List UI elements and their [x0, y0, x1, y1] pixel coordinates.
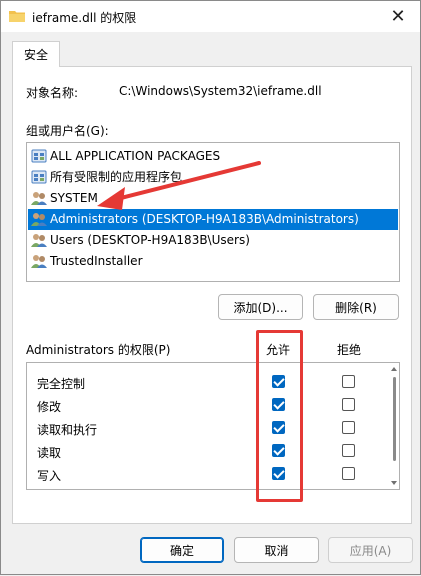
user-list[interactable]: ALL APPLICATION PACKAGES 所有受限制的应用程序包 SYSTE…: [26, 142, 400, 282]
allow-checkbox[interactable]: [272, 467, 285, 480]
cancel-button[interactable]: 取消: [234, 537, 319, 563]
allow-column-header: 允许: [266, 343, 291, 357]
user-list-item[interactable]: Administrators (DESKTOP-H9A183B\Administ…: [28, 209, 398, 230]
user-list-item[interactable]: ALL APPLICATION PACKAGES: [28, 146, 398, 167]
deny-checkbox[interactable]: [342, 398, 355, 411]
scrollbar-thumb[interactable]: [393, 377, 396, 461]
user-list-item[interactable]: SYSTEM: [28, 188, 398, 209]
remove-button[interactable]: 删除(R): [313, 294, 399, 320]
user-list-item[interactable]: 所有受限制的应用程序包: [28, 167, 398, 188]
tab-security[interactable]: 安全: [12, 41, 60, 67]
add-button[interactable]: 添加(D)...: [218, 294, 303, 320]
permission-name: 完全控制: [37, 377, 86, 391]
group-user-label: 组或用户名(G):: [26, 124, 109, 138]
permission-row: 完全控制: [27, 371, 382, 394]
window-title: ieframe.dll 的权限: [32, 11, 137, 25]
allow-checkbox[interactable]: [272, 421, 285, 434]
permission-row: 修改: [27, 394, 382, 417]
security-panel: 对象名称: C:\Windows\System32\ieframe.dll 组或…: [12, 66, 412, 524]
user-name: ALL APPLICATION PACKAGES: [50, 149, 221, 163]
users-icon: [31, 255, 47, 268]
user-name: SYSTEM: [50, 191, 98, 205]
permission-name: 读取: [37, 446, 62, 460]
ok-button[interactable]: 确定: [140, 537, 224, 563]
allow-checkbox[interactable]: [272, 375, 285, 388]
folder-icon: [9, 11, 25, 22]
user-name: Administrators (DESKTOP-H9A183B\Administ…: [50, 212, 359, 226]
deny-column-header: 拒绝: [337, 343, 362, 357]
user-list-item[interactable]: TrustedInstaller: [28, 251, 398, 272]
permissions-header: Administrators 的权限(P): [26, 343, 171, 357]
tab-strip: 安全: [12, 41, 412, 67]
permission-name: 写入: [37, 469, 62, 483]
permission-name: 修改: [37, 400, 62, 414]
close-icon: ✕: [390, 6, 406, 27]
scroll-up-icon[interactable]: [390, 365, 398, 373]
permission-row: 特殊权限: [27, 486, 382, 489]
object-name-label: 对象名称:: [26, 86, 79, 100]
allow-checkbox[interactable]: [272, 398, 285, 411]
title-bar: ieframe.dll 的权限 ✕: [1, 1, 420, 32]
user-name: Users (DESKTOP-H9A183B\Users): [50, 233, 250, 247]
users-icon: [31, 192, 47, 205]
user-name: 所有受限制的应用程序包: [50, 170, 183, 184]
package-icon: [31, 170, 47, 184]
deny-checkbox[interactable]: [342, 421, 355, 434]
permission-row: 写入: [27, 463, 382, 486]
deny-checkbox[interactable]: [342, 375, 355, 388]
permission-name: 读取和执行: [37, 423, 98, 437]
permission-row: 读取: [27, 440, 382, 463]
permissions-dialog: ieframe.dll 的权限 ✕ 安全 对象名称: C:\Windows\Sy…: [0, 0, 421, 575]
apply-button[interactable]: 应用(A): [328, 537, 413, 563]
scroll-down-icon[interactable]: [390, 479, 398, 487]
users-icon: [31, 213, 47, 226]
deny-checkbox[interactable]: [342, 467, 355, 480]
close-button[interactable]: ✕: [376, 1, 420, 32]
allow-checkbox[interactable]: [272, 444, 285, 457]
permissions-list[interactable]: 完全控制修改读取和执行读取写入特殊权限: [26, 362, 400, 490]
users-icon: [31, 234, 47, 247]
user-list-item[interactable]: Users (DESKTOP-H9A183B\Users): [28, 230, 398, 251]
package-icon: [31, 149, 47, 163]
deny-checkbox[interactable]: [342, 444, 355, 457]
object-name-value: C:\Windows\System32\ieframe.dll: [119, 84, 322, 98]
user-name: TrustedInstaller: [50, 254, 143, 268]
permission-row: 读取和执行: [27, 417, 382, 440]
